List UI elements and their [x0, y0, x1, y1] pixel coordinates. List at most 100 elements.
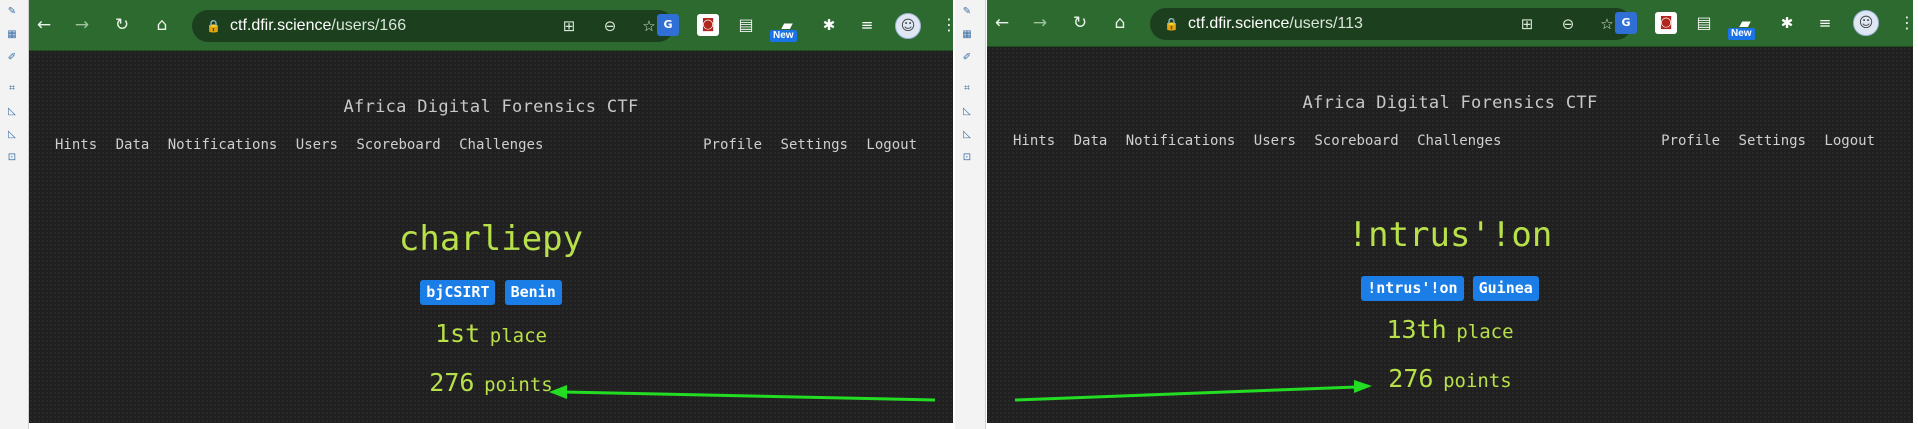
points-label: points: [1443, 370, 1512, 392]
place-value: 1st: [435, 319, 481, 348]
user-place: 1st place: [29, 319, 953, 348]
reload-icon[interactable]: ↻: [1069, 12, 1091, 34]
user-badges: !ntrus'!on Guinea: [987, 276, 1913, 301]
nav-item-data[interactable]: Data: [1074, 133, 1108, 149]
puzzle-icon[interactable]: ✱: [818, 14, 840, 36]
team-badge[interactable]: bjCSIRT: [420, 280, 496, 305]
reload-icon[interactable]: ↻: [111, 14, 133, 36]
username: charliepy: [398, 219, 584, 259]
avatar-icon[interactable]: ☺: [895, 13, 921, 39]
playlist-icon[interactable]: ≡: [1814, 12, 1836, 34]
nav-item-data[interactable]: Data: [116, 137, 150, 153]
nav-item-hints[interactable]: Hints: [55, 137, 97, 153]
zoom-out-icon[interactable]: ⊖: [600, 16, 620, 36]
place-label: place: [1456, 321, 1514, 343]
middle-tool-strip: ✎ ▦ ✐ ⌗ ◺ ◺ ⊡: [955, 0, 986, 429]
avatar-icon[interactable]: ☺: [1853, 10, 1879, 36]
address-bar[interactable]: 🔒 ctf.dfir.science/users/166 ⊞ ⊖ ☆: [192, 10, 674, 42]
user-place: 13th place: [987, 315, 1913, 344]
nav-item-challenges[interactable]: Challenges: [1417, 133, 1501, 149]
edit-icon[interactable]: ✐: [959, 50, 975, 64]
table-icon[interactable]: ▦: [4, 27, 20, 41]
chart-icon[interactable]: ◺: [959, 104, 975, 118]
back-icon[interactable]: ←: [33, 14, 55, 36]
new-extension-icon[interactable]: ▰ New: [770, 14, 802, 42]
mask-extension-icon[interactable]: ◙: [697, 14, 719, 36]
forward-icon[interactable]: →: [71, 14, 93, 36]
site-title[interactable]: Africa Digital Forensics CTF: [987, 93, 1913, 113]
kebab-menu-icon[interactable]: ⋮: [1899, 12, 1913, 34]
nav-item-logout[interactable]: Logout: [866, 137, 917, 153]
nav-item-scoreboard[interactable]: Scoreboard: [356, 137, 440, 153]
kebab-menu-icon[interactable]: ⋮: [941, 14, 953, 36]
translate-icon[interactable]: ⊞: [1517, 14, 1537, 34]
country-badge[interactable]: Benin: [504, 280, 562, 305]
nav-item-hints[interactable]: Hints: [1013, 133, 1055, 149]
nav-item-settings[interactable]: Settings: [781, 137, 848, 153]
window-bottom-edge: [29, 423, 953, 429]
browser-toolbar: ← → ↻ ⌂ 🔒 ctf.dfir.science/users/113 ⊞ ⊖…: [987, 0, 1913, 47]
puzzle-icon[interactable]: ✱: [1776, 12, 1798, 34]
zoom-out-icon[interactable]: ⊖: [1558, 14, 1578, 34]
nav-item-users[interactable]: Users: [296, 137, 338, 153]
table-icon[interactable]: ▦: [959, 27, 975, 41]
left-tool-strip: ✎ ▦ ✐ ⌗ ◺ ◺ ⊡: [0, 0, 29, 429]
back-icon[interactable]: ←: [991, 12, 1013, 34]
spellcheck-icon[interactable]: ✎: [4, 4, 20, 18]
left-browser-window: ← → ↻ ⌂ 🔒 ctf.dfir.science/users/166 ⊞ ⊖…: [29, 0, 953, 429]
new-extension-icon[interactable]: ▰ New: [1728, 12, 1760, 40]
username: !ntrus'!on: [1347, 215, 1553, 255]
user-points: 276 points: [987, 364, 1913, 393]
nav-item-notifications[interactable]: Notifications: [1126, 133, 1236, 149]
edit-icon[interactable]: ✐: [4, 50, 20, 64]
address-bar[interactable]: 🔒 ctf.dfir.science/users/113 ⊞ ⊖ ☆: [1150, 8, 1632, 40]
google-translate-extension-icon[interactable]: G: [1615, 12, 1637, 34]
points-label: points: [484, 374, 553, 396]
url-text[interactable]: ctf.dfir.science/users/113: [1188, 15, 1363, 33]
nav-right: Profile Settings Logout: [1651, 133, 1875, 149]
home-icon[interactable]: ⌂: [151, 14, 173, 36]
chart-icon[interactable]: ◺: [4, 104, 20, 118]
select-icon[interactable]: ⊡: [959, 150, 975, 164]
translate-icon[interactable]: ⊞: [559, 16, 579, 36]
select-icon[interactable]: ⊡: [4, 150, 20, 164]
nav-item-scoreboard[interactable]: Scoreboard: [1314, 133, 1398, 149]
place-label: place: [489, 325, 547, 347]
spellcheck-icon[interactable]: ✎: [959, 4, 975, 18]
points-value: 276: [429, 368, 475, 397]
nav-left: Hints Data Notifications Users Scoreboar…: [1013, 133, 1511, 149]
nav-item-logout[interactable]: Logout: [1824, 133, 1875, 149]
url-text[interactable]: ctf.dfir.science/users/166: [230, 17, 406, 35]
document-extension-icon[interactable]: ▤: [735, 14, 757, 36]
nav-item-profile[interactable]: Profile: [1661, 133, 1720, 149]
nav-left: Hints Data Notifications Users Scoreboar…: [55, 137, 553, 153]
ctf-page: Africa Digital Forensics CTF Hints Data …: [29, 51, 953, 423]
user-badges: bjCSIRT Benin: [29, 280, 953, 305]
crop-icon[interactable]: ⌗: [959, 81, 975, 95]
nav-item-notifications[interactable]: Notifications: [168, 137, 278, 153]
star-icon[interactable]: ☆: [1597, 14, 1617, 34]
country-badge[interactable]: Guinea: [1472, 276, 1539, 301]
lock-icon[interactable]: 🔒: [1164, 16, 1179, 32]
google-translate-extension-icon[interactable]: G: [657, 14, 679, 36]
nav-item-profile[interactable]: Profile: [703, 137, 762, 153]
crop-icon[interactable]: ⌗: [4, 81, 20, 95]
star-icon[interactable]: ☆: [639, 16, 659, 36]
mask-extension-icon[interactable]: ◙: [1655, 12, 1677, 34]
document-extension-icon[interactable]: ▤: [1693, 12, 1715, 34]
forward-icon[interactable]: →: [1029, 12, 1051, 34]
nav-item-settings[interactable]: Settings: [1739, 133, 1806, 149]
lock-icon[interactable]: 🔒: [206, 18, 221, 34]
nav-item-challenges[interactable]: Challenges: [459, 137, 543, 153]
chart-icon[interactable]: ◺: [959, 127, 975, 141]
nav-right: Profile Settings Logout: [693, 137, 917, 153]
new-badge: New: [1728, 28, 1755, 40]
user-points: 276 points: [29, 368, 953, 397]
playlist-icon[interactable]: ≡: [856, 14, 878, 36]
nav-item-users[interactable]: Users: [1254, 133, 1296, 149]
team-badge[interactable]: !ntrus'!on: [1361, 276, 1464, 301]
points-value: 276: [1388, 364, 1434, 393]
site-title[interactable]: Africa Digital Forensics CTF: [29, 97, 953, 117]
chart-icon[interactable]: ◺: [4, 127, 20, 141]
home-icon[interactable]: ⌂: [1109, 12, 1131, 34]
